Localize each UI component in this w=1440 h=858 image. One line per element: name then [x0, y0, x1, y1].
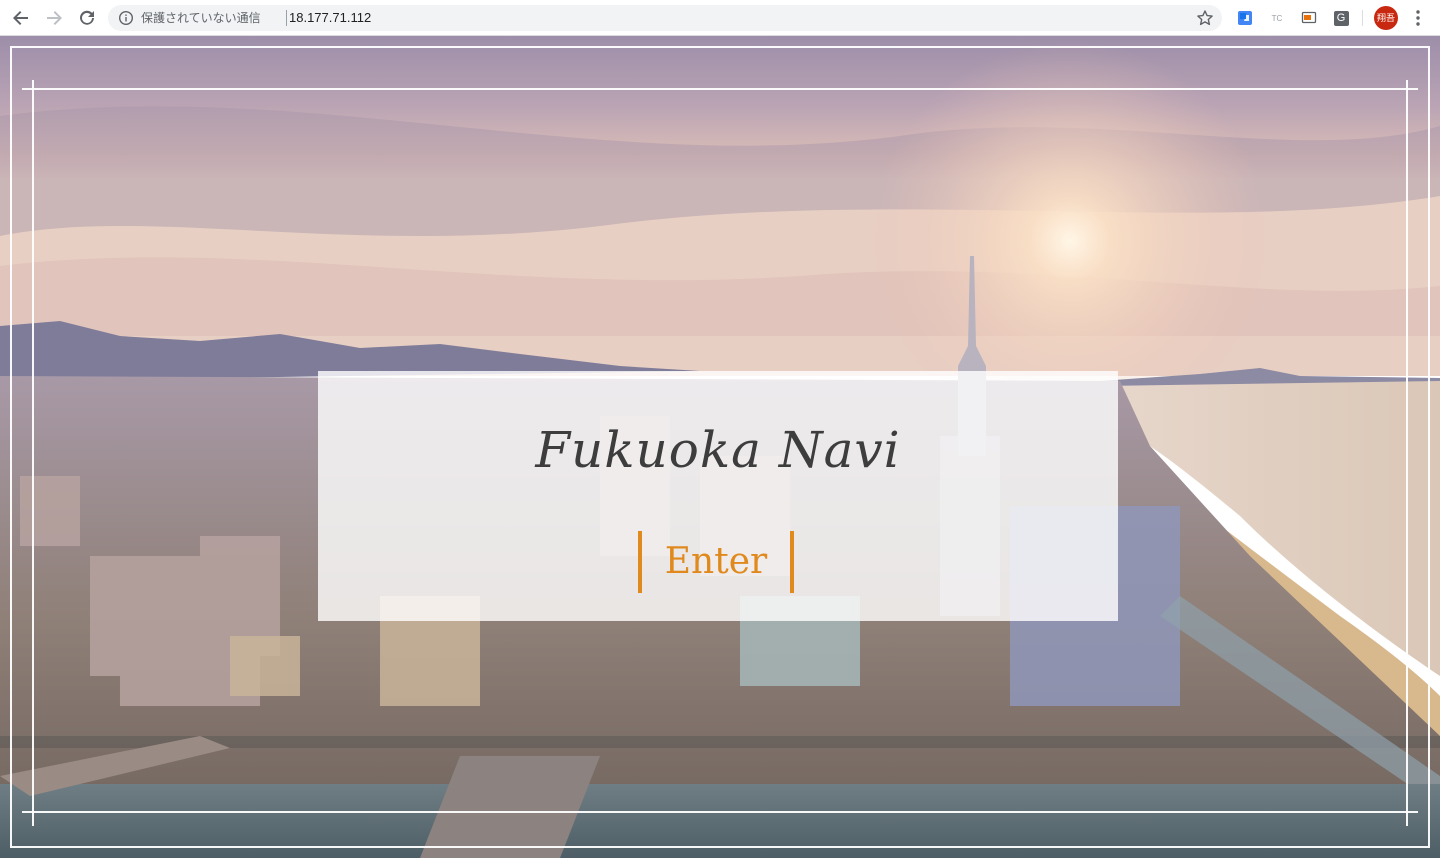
back-button[interactable] — [9, 6, 33, 30]
profile-avatar[interactable]: 翔吾 — [1374, 6, 1398, 30]
tc-icon[interactable]: TC — [1268, 9, 1286, 27]
menu-dots-icon[interactable] — [1410, 8, 1426, 28]
url-text[interactable]: 18.177.71.112 — [289, 10, 371, 26]
frame-line-left — [32, 80, 34, 826]
reload-icon — [80, 10, 94, 25]
cast-icon[interactable] — [1300, 9, 1318, 27]
frame-line-bottom — [22, 811, 1418, 813]
frame-line-top — [22, 88, 1418, 90]
security-status: 保護されていない通信 — [141, 11, 261, 25]
address-separator — [286, 10, 287, 26]
google-translate-icon[interactable] — [1236, 9, 1254, 27]
browser-toolbar: 保護されていない通信 18.177.71.112 TC G 翔吾 — [0, 0, 1440, 36]
page-viewport: Fukuoka Navi Enter — [0, 36, 1440, 858]
bookmark-star-icon[interactable] — [1196, 9, 1214, 27]
enter-bar-right — [790, 531, 794, 593]
title-card: Fukuoka Navi Enter — [318, 371, 1118, 621]
site-title: Fukuoka Navi — [535, 421, 901, 479]
back-arrow-icon — [13, 11, 28, 25]
forward-button[interactable] — [42, 6, 66, 30]
forward-arrow-icon — [47, 11, 62, 25]
g-icon[interactable]: G — [1332, 9, 1350, 27]
extension-separator — [1362, 10, 1363, 26]
address-bar[interactable]: 保護されていない通信 18.177.71.112 — [108, 5, 1222, 31]
enter-button[interactable]: Enter — [638, 531, 794, 593]
info-icon[interactable] — [118, 10, 134, 26]
enter-label: Enter — [664, 541, 768, 582]
frame-line-right — [1406, 80, 1408, 826]
reload-button[interactable] — [75, 6, 99, 30]
